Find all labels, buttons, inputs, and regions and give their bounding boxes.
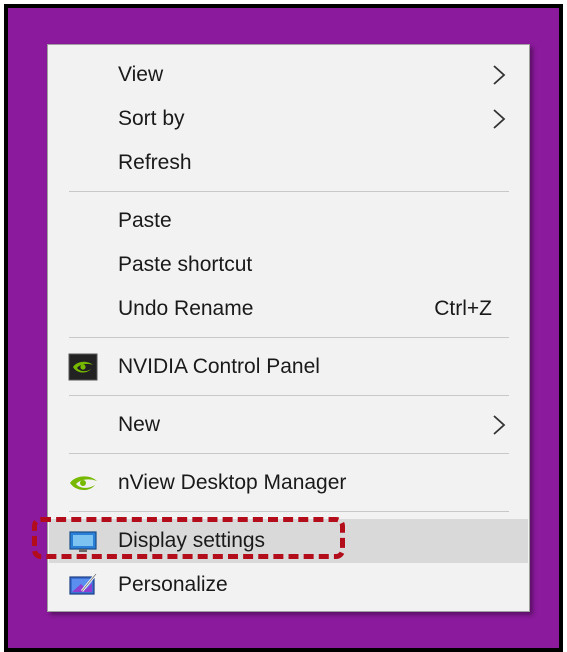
menu-item-nview-desktop-manager[interactable]: nView Desktop Manager (49, 461, 528, 505)
menu-item-label: nView Desktop Manager (118, 471, 347, 494)
menu-item-label: Undo Rename (118, 297, 254, 320)
display-icon (69, 531, 97, 552)
menu-item-nvidia-control-panel[interactable]: NVIDIA Control Panel (49, 345, 528, 389)
menu-item-label: Paste shortcut (118, 253, 253, 276)
menu-separator (69, 191, 509, 192)
personalize-icon (69, 573, 98, 595)
menu-item-display-settings[interactable]: Display settings (49, 519, 528, 563)
menu-item-label: New (118, 413, 161, 436)
keyboard-shortcut: Ctrl+Z (434, 297, 492, 320)
nvidia-icon (68, 353, 98, 381)
menu-separator (69, 453, 509, 454)
menu-item-label: View (118, 63, 164, 86)
menu-item-personalize[interactable]: Personalize (49, 563, 528, 607)
menu-separator (69, 337, 509, 338)
menu-item-label: Personalize (118, 573, 228, 596)
menu-item-undo-rename[interactable]: Undo Rename Ctrl+Z (49, 287, 528, 331)
menu-item-label: Display settings (118, 529, 266, 552)
chevron-right-icon (493, 415, 506, 435)
menu-item-refresh[interactable]: Refresh (49, 141, 528, 185)
menu-item-label: NVIDIA Control Panel (118, 355, 320, 378)
menu-item-label: Paste (118, 209, 172, 232)
nvidia-eye-icon (70, 476, 97, 491)
menu-separator (69, 395, 509, 396)
desktop-context-menu: View Sort by Refresh Paste Paste shortcu… (47, 44, 530, 612)
chevron-right-icon (493, 109, 506, 129)
menu-item-paste-shortcut[interactable]: Paste shortcut (49, 243, 528, 287)
menu-item-new[interactable]: New (49, 403, 528, 447)
menu-item-label: Sort by (118, 107, 185, 130)
menu-separator (69, 511, 509, 512)
menu-item-sort-by[interactable]: Sort by (49, 97, 528, 141)
menu-item-label: Refresh (118, 151, 192, 174)
chevron-right-icon (493, 65, 506, 85)
menu-item-paste[interactable]: Paste (49, 199, 528, 243)
menu-item-view[interactable]: View (49, 53, 528, 97)
